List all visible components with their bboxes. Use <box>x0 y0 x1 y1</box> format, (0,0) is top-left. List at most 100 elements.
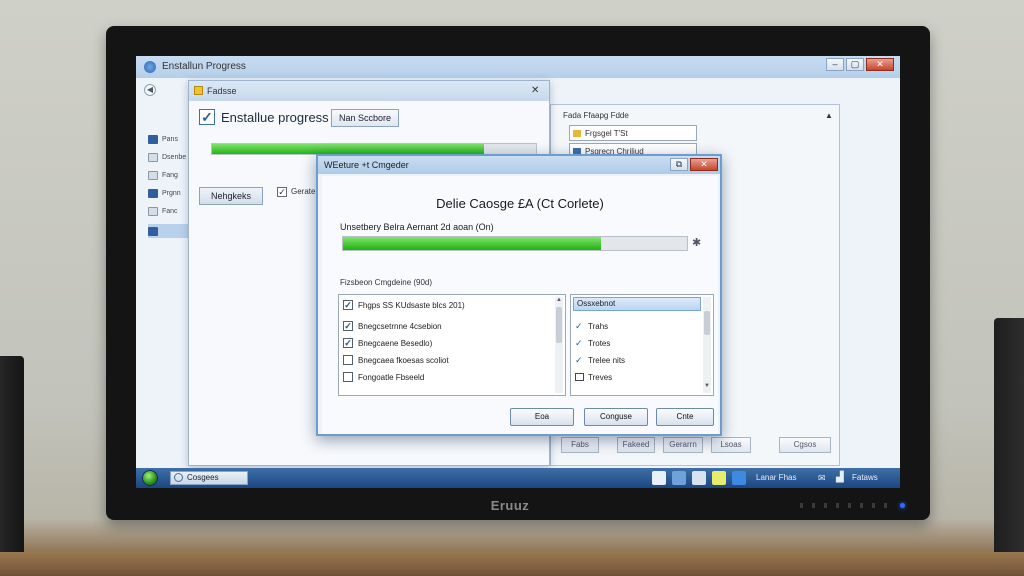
document-icon <box>148 152 158 162</box>
dialog-heading: Delie Caosge £A (Ct Corlete) <box>436 196 604 211</box>
monitor-brand: Eruuz <box>490 498 530 513</box>
component-list[interactable]: ✓ Fhgps SS KUdsaste blcs 201) ✓ Bnegcset… <box>338 294 566 396</box>
close-button[interactable]: Cnte <box>656 408 714 426</box>
screen: Enstallun Progress – ▢ ✕ ◀ Pans Dsenbe F… <box>136 56 900 488</box>
right-panel-button[interactable]: Lsoas <box>711 437 751 453</box>
app-icon[interactable] <box>732 471 746 485</box>
box-icon <box>575 373 584 381</box>
list-item[interactable]: ✓ Trahs <box>575 319 608 333</box>
checkmark-icon: ✓ <box>199 109 215 125</box>
left-speaker <box>0 356 24 566</box>
folder-icon <box>148 188 158 198</box>
check-icon: ✓ <box>575 354 583 365</box>
installer-nav-button[interactable]: Nehgkeks <box>199 187 263 205</box>
dialog-title: WEeture +t Cmgeder <box>324 160 409 170</box>
background-window-title: Enstallun Progress <box>162 61 246 72</box>
sidebar-item-4[interactable]: Fanc <box>148 204 178 218</box>
installer-top-button[interactable]: Nan Sccbore <box>331 109 399 127</box>
tray-clock: Fataws <box>852 473 878 482</box>
explorer-icon[interactable] <box>672 471 686 485</box>
close-icon[interactable]: ✕ <box>690 158 718 171</box>
progress-label: Unsetbery Belra Aernant 2d aoan (On) <box>340 222 494 232</box>
list-item[interactable]: Fongoatle Fbseeld <box>343 370 424 384</box>
scroll-thumb[interactable] <box>704 311 710 335</box>
desk <box>0 552 1024 576</box>
chevron-up-icon[interactable]: ▲ <box>825 111 833 120</box>
scroll-up-icon[interactable]: ▲ <box>555 297 563 303</box>
status-list-header[interactable]: Ossxebnot <box>573 297 701 311</box>
dialog-body: Delie Caosge £A (Ct Corlete) Unsetbery B… <box>322 176 718 434</box>
sidebar-item-1[interactable]: Dsenbe <box>148 150 186 164</box>
list-item[interactable]: ✓ Trotes <box>575 336 610 350</box>
sidebar-item-0[interactable]: Pans <box>148 132 178 146</box>
list-checkbox-1[interactable]: ✓ <box>343 321 353 331</box>
notification-icon[interactable]: ✉ <box>818 473 826 484</box>
taskbar: Cosgees Lanar Fhas ✉ ▟ Fataws <box>136 468 900 488</box>
installer-option-label: Gerate <box>291 187 316 196</box>
right-panel-button[interactable]: Cgsos <box>779 437 831 453</box>
dialog-window-controls: ⧉ ✕ <box>670 158 718 171</box>
maximize-icon[interactable]: ▢ <box>846 58 864 71</box>
list-item[interactable]: ✓ Fhgps SS KUdsaste blcs 201) <box>343 298 465 312</box>
sidebar: Pans Dsenbe Fang Prgnn Fanc <box>140 80 190 238</box>
notes-icon[interactable] <box>712 471 726 485</box>
list-checkbox-4[interactable] <box>343 372 353 382</box>
installer-progress-fill <box>212 144 485 154</box>
check-icon: ✓ <box>575 320 583 331</box>
list-item[interactable]: Bnegcaea fkoesas scoliot <box>343 353 449 367</box>
scrollbar[interactable]: ▲ <box>555 297 563 393</box>
folder-icon <box>573 129 581 137</box>
document-icon <box>148 206 158 216</box>
back-button[interactable]: Eoa <box>510 408 574 426</box>
list-item[interactable]: Treves <box>575 370 612 384</box>
background-window-controls: – ▢ ✕ <box>826 58 894 72</box>
sidebar-item-selected[interactable] <box>148 224 190 238</box>
installer-heading: Enstallue progress <box>221 110 329 125</box>
restore-icon[interactable]: ⧉ <box>670 158 688 171</box>
browser-icon[interactable] <box>652 471 666 485</box>
dialog-progress-bar <box>342 236 688 251</box>
list-checkbox-3[interactable] <box>343 355 353 365</box>
check-icon: ✓ <box>575 337 583 348</box>
right-panel-button[interactable]: Fabs <box>561 437 599 453</box>
window-icon[interactable] <box>692 471 706 485</box>
sidebar-item-3[interactable]: Prgnn <box>148 186 181 200</box>
sidebar-item-2[interactable]: Fang <box>148 168 178 182</box>
power-led-icon <box>900 503 905 508</box>
right-speaker <box>994 318 1024 568</box>
installer-option-checkbox[interactable]: ✓ <box>277 187 287 197</box>
right-panel-item[interactable]: Frgsgel T'St <box>569 125 697 141</box>
list-item[interactable]: ✓ Bnegcaene Besedlo) <box>343 336 432 350</box>
close-icon[interactable]: ✕ <box>531 85 539 96</box>
scroll-thumb[interactable] <box>556 307 562 343</box>
progress-dialog: WEeture +t Cmgeder ⧉ ✕ Delie Caosge £A (… <box>316 154 722 436</box>
list-item[interactable]: ✓ Bnegcsetrnne 4csebion <box>343 319 442 333</box>
background-window-titlebar <box>136 56 900 78</box>
chart-icon[interactable]: ▟ <box>836 472 844 483</box>
right-panel-button[interactable]: Gerarrn <box>663 437 703 453</box>
right-panel-button[interactable]: Fakeed <box>617 437 655 453</box>
list-checkbox-0[interactable]: ✓ <box>343 300 353 310</box>
installer-titlebar <box>189 81 549 101</box>
globe-icon <box>144 61 156 73</box>
document-icon <box>148 170 158 180</box>
right-panel-title: Fada Ffaapg Fdde <box>563 111 629 120</box>
folder-icon <box>148 134 158 144</box>
close-icon[interactable]: ✕ <box>866 58 894 71</box>
list-item[interactable]: ✓ Trelee nits <box>575 353 625 367</box>
monitor-control-buttons <box>800 503 890 508</box>
start-button[interactable] <box>142 470 158 486</box>
scroll-down-icon[interactable]: ▼ <box>703 383 711 389</box>
installer-title: Fadsse <box>207 86 237 96</box>
app-icon <box>194 86 203 95</box>
configure-button[interactable]: Conguse <box>584 408 648 426</box>
scrollbar[interactable]: ▼ <box>703 297 711 393</box>
dialog-progress-fill <box>343 237 601 250</box>
section-label: Fizsbeon Cmgdeine (90d) <box>340 278 433 287</box>
spinner-icon: ✱ <box>692 237 702 249</box>
minimize-icon[interactable]: – <box>826 58 844 71</box>
computer-icon <box>148 226 158 236</box>
list-checkbox-2[interactable]: ✓ <box>343 338 353 348</box>
tray-label: Lanar Fhas <box>756 473 797 482</box>
status-list[interactable]: Ossxebnot ✓ Trahs ✓ Trotes ✓ Trelee nits… <box>570 294 714 396</box>
